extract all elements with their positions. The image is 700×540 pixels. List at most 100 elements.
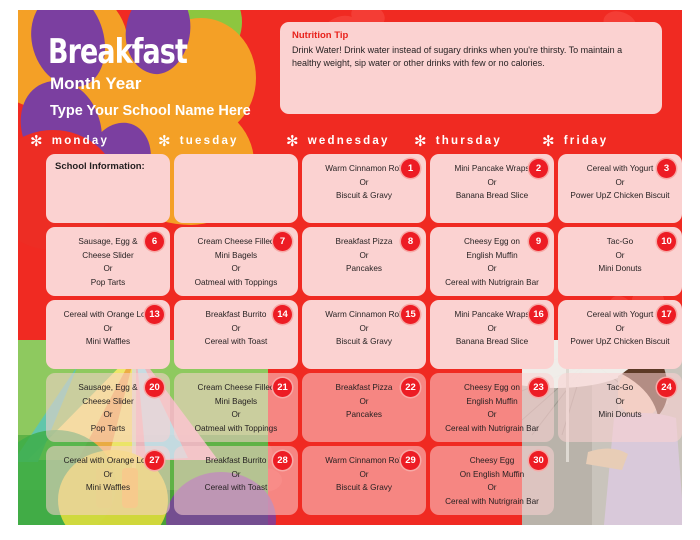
menu-day-cell-28[interactable]: Breakfast Burrito Or Cereal with Toast 28 <box>174 446 298 515</box>
menu-item-line: Or <box>103 264 113 273</box>
day-header-wednesday: ✻ wednesday <box>286 130 390 152</box>
day-number-badge: 14 <box>273 305 292 324</box>
menu-day-cell-14[interactable]: Breakfast Burrito Or Cereal with Toast 14 <box>174 300 298 369</box>
nutrition-tip-box: Nutrition Tip Drink Water! Drink water i… <box>280 22 662 114</box>
day-header-tuesday: ✻ tuesday <box>158 130 239 152</box>
menu-day-cell-2[interactable]: Mini Pancake Wraps Or Banana Bread Slice 2 <box>430 154 554 223</box>
poster-panel: Breakfast Month Year Type Your School Na… <box>18 10 682 525</box>
menu-item-line: Or <box>231 264 241 273</box>
menu-day-cell-22[interactable]: Breakfast Pizza Or Pancakes 22 <box>302 373 426 442</box>
calendar-week-row: School Information: Warm Cinnamon Roll Or B… <box>30 154 682 225</box>
flower-asterisk-icon: ✻ <box>286 131 301 150</box>
day-header-label: monday <box>51 135 110 147</box>
day-header-thursday: ✻ thursday <box>414 130 502 152</box>
menu-day-cell-16[interactable]: Mini Pancake Wraps Or Banana Bread Slice 16 <box>430 300 554 369</box>
empty-cell[interactable] <box>174 154 298 223</box>
day-header-label: thursday <box>435 135 502 147</box>
nutrition-tip-body: Drink Water! Drink water instead of suga… <box>292 45 623 68</box>
day-number-badge: 8 <box>401 232 420 251</box>
menu-item-line: Biscuit & Gravy <box>336 483 392 492</box>
day-number-badge: 20 <box>145 378 164 397</box>
flower-asterisk-icon: ✻ <box>414 131 429 150</box>
menu-day-cell-10[interactable]: Tac-Go Or Mini Donuts 10 <box>558 227 682 296</box>
menu-item-line: Biscuit & Gravy <box>336 337 392 346</box>
menu-day-cell-6[interactable]: Sausage, Egg & Cheese Slider Or Pop Tarts 6 <box>46 227 170 296</box>
brand-title: Breakfast <box>48 32 188 72</box>
month-year[interactable]: Month Year <box>50 74 141 94</box>
day-number-badge: 13 <box>145 305 164 324</box>
menu-item-line: Mini Waffles <box>85 337 131 346</box>
day-number-badge: 15 <box>401 305 420 324</box>
nutrition-tip-title: Nutrition Tip <box>292 30 349 41</box>
day-header-label: friday <box>563 135 609 147</box>
day-number-badge: 2 <box>529 159 548 178</box>
menu-day-cell-15[interactable]: Warm Cinnamon Roll Or Biscuit & Gravy 15 <box>302 300 426 369</box>
day-number-badge: 1 <box>401 159 420 178</box>
day-number-badge: 28 <box>273 451 292 470</box>
menu-day-cell-9[interactable]: Cheesy Egg on English Muffin Or Cereal with… <box>430 227 554 296</box>
calendar-week-row: Cereal with Orange Loaf Or Mini Waffles 13 B… <box>30 300 682 371</box>
menu-item-line: Pop Tarts <box>90 277 126 287</box>
menu-day-cell-27[interactable]: Cereal with Orange Loaf Or Mini Waffles 27 <box>46 446 170 515</box>
flower-asterisk-icon: ✻ <box>158 131 173 150</box>
menu-item-line: Mini Donuts <box>598 410 642 419</box>
day-header-label: wednesday <box>307 135 390 147</box>
flower-asterisk-icon: ✻ <box>542 131 557 150</box>
menu-item-line: Mini Donuts <box>598 264 642 273</box>
day-header-label: tuesday <box>179 135 239 147</box>
calendar-grid: School Information: Warm Cinnamon Roll Or B… <box>30 154 682 519</box>
day-number-badge: 29 <box>401 451 420 470</box>
school-name[interactable]: Type Your School Name Here <box>50 103 251 119</box>
menu-day-cell-21[interactable]: Cream Cheese Filled Mini Bagels Or Oatmeal … <box>174 373 298 442</box>
day-number-badge: 10 <box>657 232 676 251</box>
day-number-badge: 24 <box>657 378 676 397</box>
menu-item-line: Mini Waffles <box>85 483 131 492</box>
breakfast-menu-calendar: Breakfast Month Year Type Your School Na… <box>0 0 700 540</box>
day-number-badge: 22 <box>401 378 420 397</box>
menu-item-line: Biscuit & Gravy <box>336 191 392 200</box>
calendar-week-row: Sausage, Egg & Cheese Slider Or Pop Tarts 6 C… <box>30 227 682 298</box>
menu-item-line: Or <box>487 264 497 273</box>
day-header-monday: ✻ monday <box>30 130 109 152</box>
menu-item-line: Pancakes <box>346 410 382 419</box>
day-number-badge: 6 <box>145 232 164 251</box>
day-number-badge: 30 <box>529 451 548 470</box>
day-number-badge: 27 <box>145 451 164 470</box>
menu-item-line: Banana Bread Slice <box>455 337 529 346</box>
menu-item-line: Power UpZ Chicken Biscuit <box>570 191 670 200</box>
menu-day-cell-30[interactable]: Cheesy Egg On English Muffin Or Cereal with… <box>430 446 554 515</box>
menu-item-line: Cereal with Nutrigrain Bar <box>445 277 539 287</box>
menu-day-cell-3[interactable]: Cereal with Yogurt Or Power UpZ Chicken Bi… <box>558 154 682 223</box>
menu-day-cell-7[interactable]: Cream Cheese Filled Mini Bagels Or Oatmeal … <box>174 227 298 296</box>
day-number-badge: 17 <box>657 305 676 324</box>
menu-day-cell-24[interactable]: Tac-Go Or Mini Donuts 24 <box>558 373 682 442</box>
day-number-badge: 16 <box>529 305 548 324</box>
menu-item-line: Or <box>487 483 497 492</box>
menu-item-line: Oatmeal with Toppings <box>194 277 278 287</box>
menu-item-line: Cereal with Toast <box>204 337 268 346</box>
day-number-badge: 3 <box>657 159 676 178</box>
menu-item-line: Pop Tarts <box>90 423 126 433</box>
menu-item-line: Cereal with Toast <box>204 483 268 492</box>
menu-item-line: Or <box>487 410 497 419</box>
menu-item-line: Power UpZ Chicken Biscuit <box>570 337 670 346</box>
menu-day-cell-17[interactable]: Cereal with Yogurt Or Power UpZ Chicken Bi… <box>558 300 682 369</box>
menu-item-line: Or <box>231 410 241 419</box>
menu-day-cell-20[interactable]: Sausage, Egg & Cheese Slider Or Pop Tarts 20 <box>46 373 170 442</box>
school-information-cell[interactable]: School Information: <box>46 154 170 223</box>
menu-item-line: Pancakes <box>346 264 382 273</box>
menu-day-cell-13[interactable]: Cereal with Orange Loaf Or Mini Waffles 13 <box>46 300 170 369</box>
menu-day-cell-8[interactable]: Breakfast Pizza Or Pancakes 8 <box>302 227 426 296</box>
poster-header: Breakfast Month Year Type Your School Na… <box>18 10 682 128</box>
menu-day-cell-29[interactable]: Warm Cinnamon Roll Or Biscuit & Gravy 29 <box>302 446 426 515</box>
menu-item-line: Oatmeal with Toppings <box>194 423 278 433</box>
menu-day-cell-23[interactable]: Cheesy Egg on English Muffin Or Cereal with… <box>430 373 554 442</box>
menu-day-cell-1[interactable]: Warm Cinnamon Roll Or Biscuit & Gravy 1 <box>302 154 426 223</box>
day-number-badge: 21 <box>273 378 292 397</box>
day-header-friday: ✻ friday <box>542 130 608 152</box>
calendar-week-row: Sausage, Egg & Cheese Slider Or Pop Tarts 20… <box>30 373 682 444</box>
day-number-badge: 9 <box>529 232 548 251</box>
school-information-label: School Information: <box>55 161 145 172</box>
calendar-week-row: Cereal with Orange Loaf Or Mini Waffles 27 B… <box>30 446 670 517</box>
menu-item-line: Cereal with Nutrigrain Bar <box>445 496 539 506</box>
